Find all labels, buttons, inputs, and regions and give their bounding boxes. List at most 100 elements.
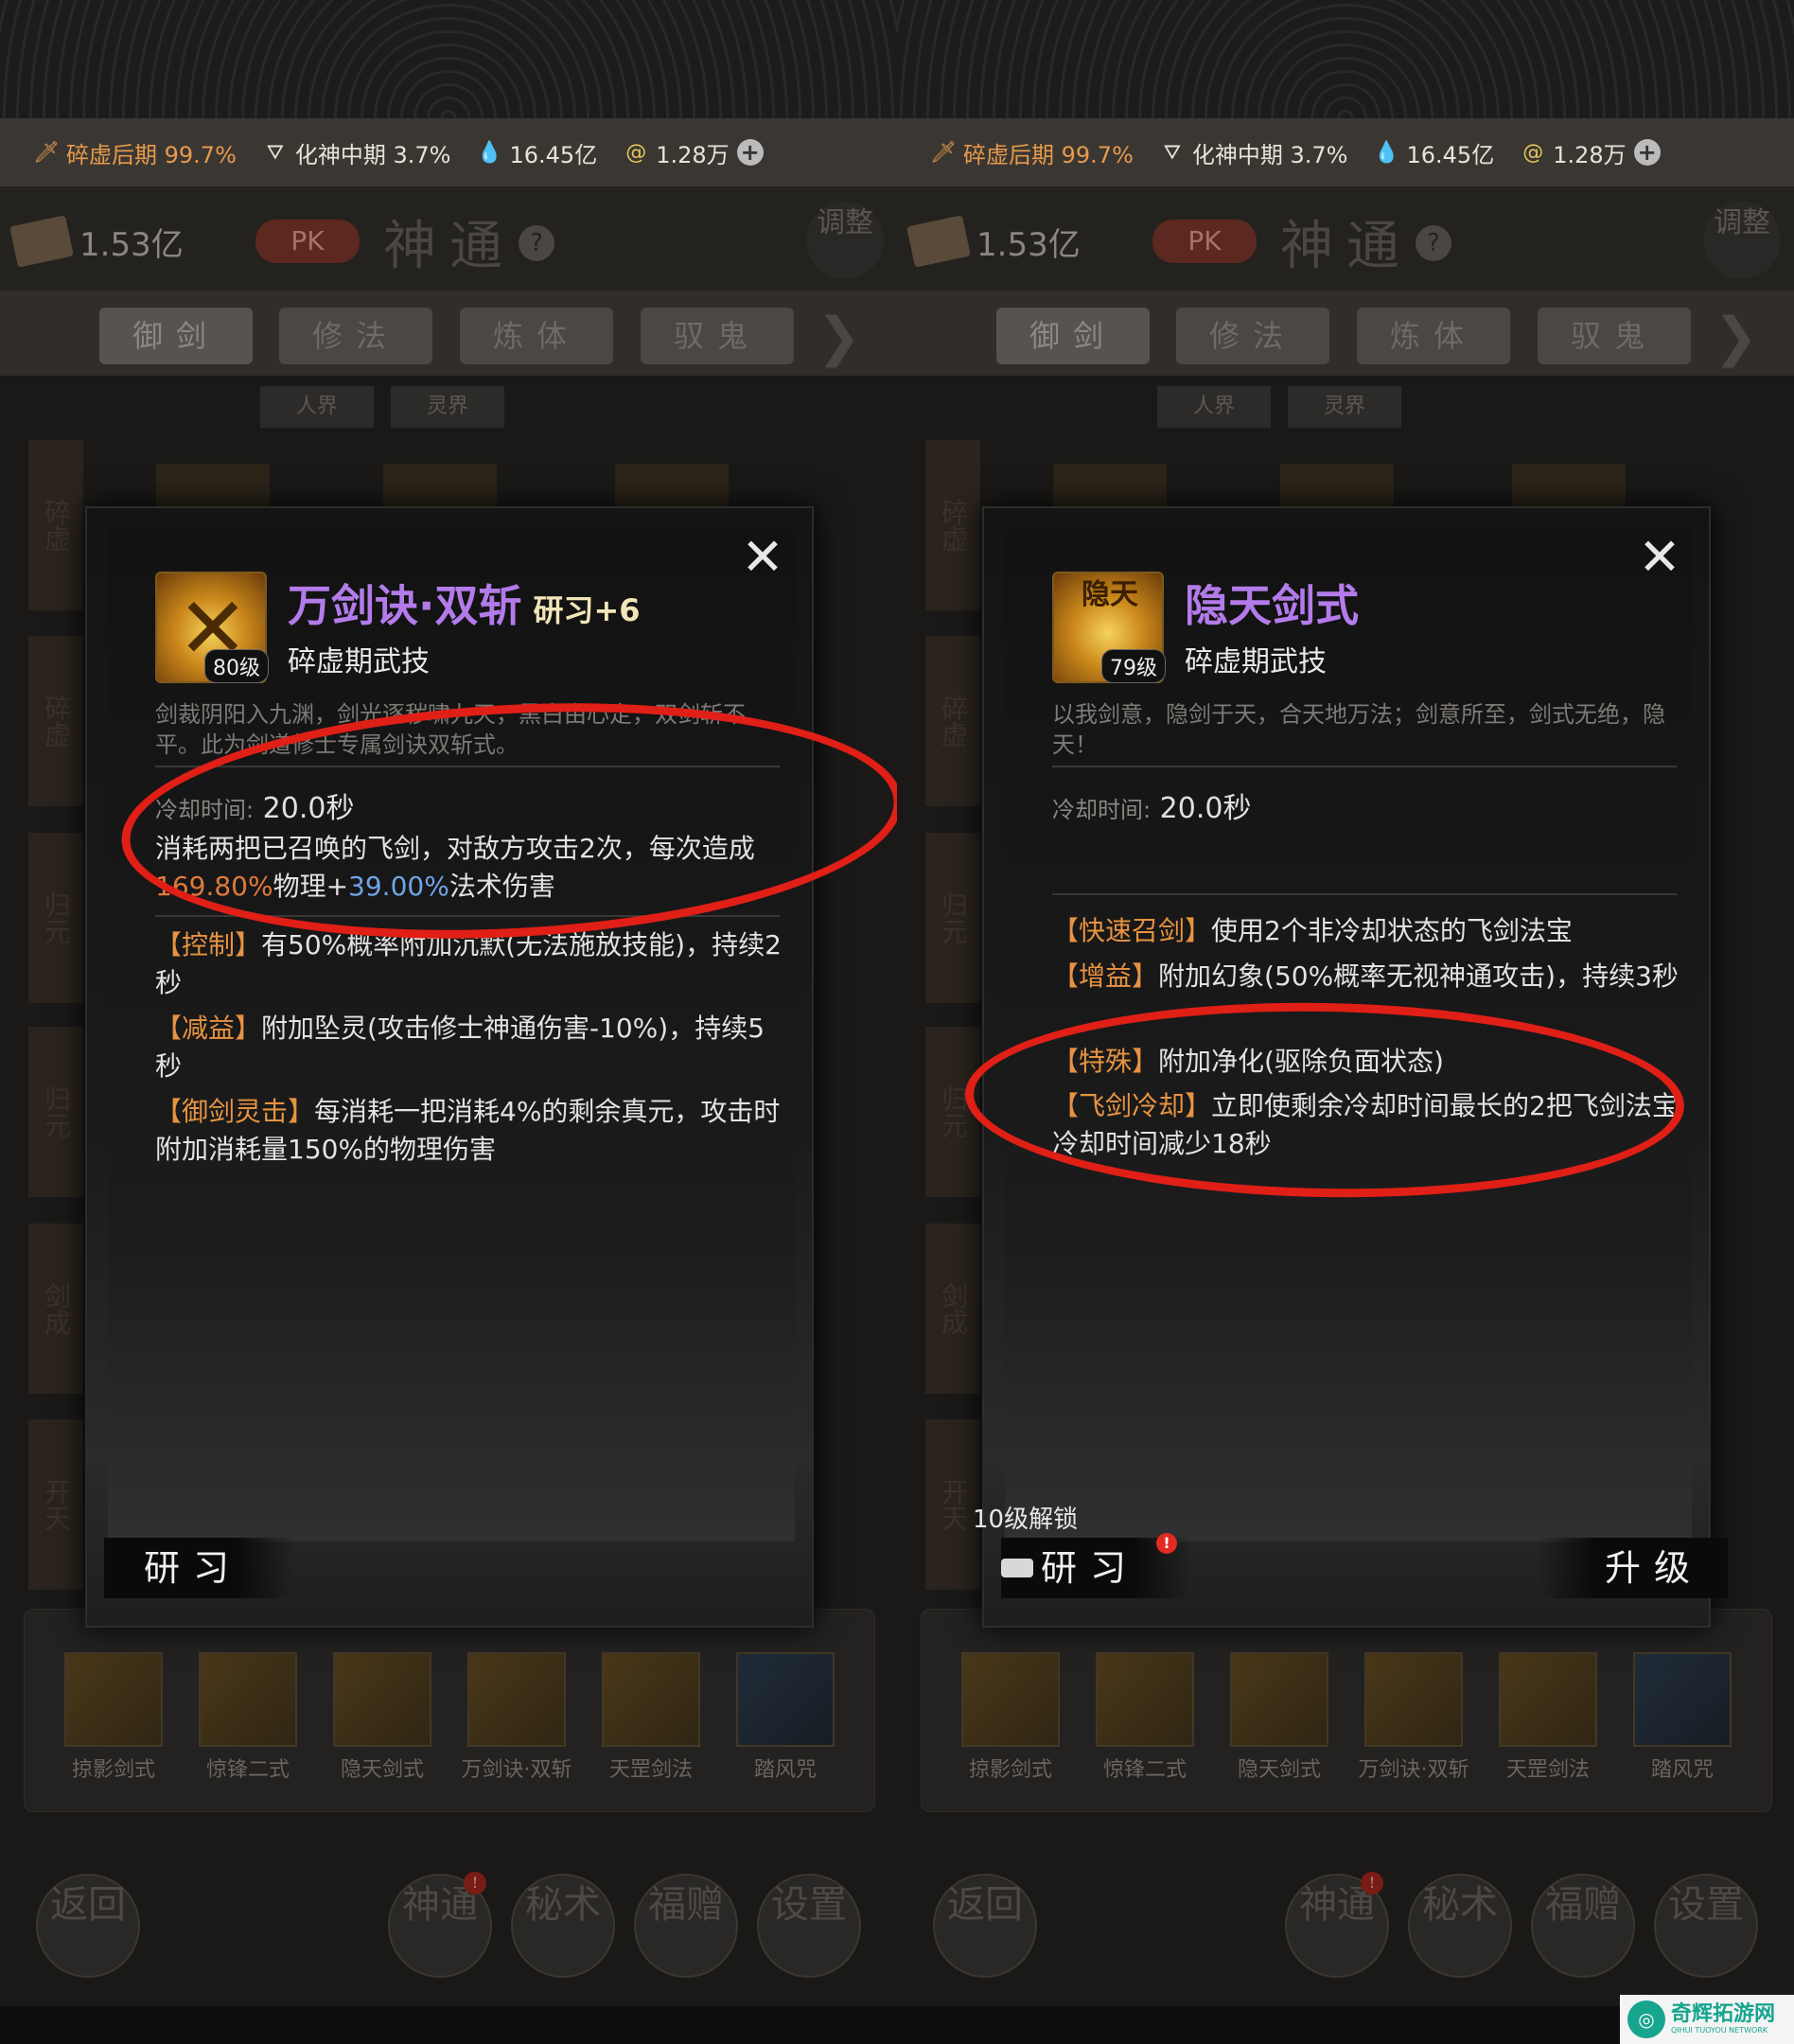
- nav-back[interactable]: 返回: [933, 1874, 1037, 1978]
- watermark-text: 奇辉拓游网 QIHUI TUOYOU NETWORK: [1671, 2003, 1775, 2035]
- skill-description: 以我剑意，隐剑于天，合天地万法；剑意所至，剑式无绝，隐天！: [1052, 701, 1665, 758]
- skill-slot[interactable]: 隐天剑式: [331, 1652, 433, 1783]
- tab-lianti[interactable]: 炼体: [1357, 308, 1510, 364]
- nav-mishu[interactable]: 秘术: [1408, 1874, 1512, 1978]
- close-icon[interactable]: ✕: [1637, 532, 1682, 583]
- tab-xiufa[interactable]: 修法: [1176, 308, 1329, 364]
- skill-slot[interactable]: 踏风咒: [1631, 1652, 1733, 1783]
- skill-name: 万剑诀·双斩: [1358, 1758, 1469, 1782]
- study-button[interactable]: 研习: [104, 1538, 293, 1598]
- nav-mishu[interactable]: 秘术: [511, 1874, 615, 1978]
- bg-skill-icon: [1053, 464, 1167, 507]
- skill-slot[interactable]: 惊锋二式: [1094, 1652, 1196, 1783]
- nav-settings[interactable]: 设置: [1654, 1874, 1758, 1978]
- skill-name: 隐天剑式: [1185, 572, 1359, 634]
- nav-shentong[interactable]: 神通!: [1285, 1872, 1389, 1978]
- tab-xiufa[interactable]: 修法: [279, 308, 432, 364]
- nav-fuzeng[interactable]: 福赠: [634, 1874, 738, 1978]
- chevron-right-icon[interactable]: ❯: [1714, 311, 1758, 364]
- currency: @1.28万 +: [624, 136, 764, 169]
- pk-button[interactable]: PK: [255, 220, 360, 263]
- bottom-strip: [0, 2006, 897, 2044]
- skill-slot[interactable]: 隐天剑式: [1228, 1652, 1330, 1783]
- cooldown-value: 20.0秒: [1159, 792, 1252, 825]
- divider: [1052, 893, 1677, 895]
- close-icon[interactable]: ✕: [740, 532, 785, 583]
- subtab-renjie[interactable]: 人界: [1157, 386, 1271, 428]
- tab-yujian[interactable]: 御剑: [99, 308, 253, 364]
- chevron-right-icon[interactable]: ❯: [817, 311, 861, 364]
- skill-bar: 掠影剑式 惊锋二式 隐天剑式 万剑诀·双斩 天罡剑法 踏风咒: [921, 1609, 1772, 1812]
- nav-settings[interactable]: 设置: [757, 1874, 861, 1978]
- sword-icon: 🗡: [930, 140, 957, 165]
- skill-type: 碎虚期武技: [288, 645, 430, 678]
- lock-icon: [1001, 1559, 1033, 1577]
- pk-button[interactable]: PK: [1152, 220, 1257, 263]
- adjust-button[interactable]: 调整: [1703, 202, 1781, 279]
- top-decoration: [0, 0, 897, 118]
- sidebar-tag: 剑成: [28, 1224, 83, 1394]
- adjust-button[interactable]: 调整: [806, 202, 884, 279]
- tab-yujian[interactable]: 御剑: [996, 308, 1150, 364]
- realm-primary-text: 碎虚后期 99.7%: [963, 141, 1134, 168]
- page-title: 神通: [1280, 216, 1413, 277]
- skill-icon: [1096, 1652, 1194, 1747]
- skill-slot[interactable]: 惊锋二式: [197, 1652, 299, 1783]
- tab-yugui[interactable]: 驭鬼: [641, 308, 794, 364]
- tab-yugui[interactable]: 驭鬼: [1538, 308, 1691, 364]
- skill-icon: [961, 1652, 1060, 1747]
- skill-name: 天罡剑法: [1505, 1758, 1590, 1782]
- spirit-stones-text: 16.45亿: [1406, 141, 1495, 168]
- sidebar-tag: 碎虚: [925, 636, 980, 806]
- bottom-nav: 返回 神通! 秘术 福赠 设置: [0, 1872, 897, 2006]
- realm-primary-text: 碎虚后期 99.7%: [66, 141, 237, 168]
- plus-icon[interactable]: +: [736, 139, 764, 166]
- skill-slot[interactable]: 天罡剑法: [1497, 1652, 1599, 1783]
- scroll-icon: [9, 215, 74, 268]
- subtab-lingjie[interactable]: 灵界: [391, 386, 504, 428]
- sidebar-tag: 归元: [28, 833, 83, 1003]
- upgrade-button[interactable]: 升级: [1539, 1538, 1728, 1598]
- nav-back[interactable]: 返回: [36, 1874, 140, 1978]
- skill-slot[interactable]: 万剑诀·双斩: [462, 1652, 572, 1783]
- skill-icon: [1230, 1652, 1328, 1747]
- skill-slot[interactable]: 掠影剑式: [62, 1652, 165, 1783]
- skill-bar: 掠影剑式 惊锋二式 隐天剑式 万剑诀·双斩 天罡剑法 踏风咒: [24, 1609, 875, 1812]
- subtab-lingjie[interactable]: 灵界: [1288, 386, 1401, 428]
- effect-text: 使用2个非冷却状态的飞剑法宝: [1211, 915, 1573, 946]
- right-panel: 🗡 碎虚后期 99.7% ⛛ 化神中期 3.7% 💧 16.45亿 @1.28万 + 1…: [897, 0, 1794, 2044]
- skill-slot[interactable]: 踏风咒: [734, 1652, 836, 1783]
- skill-name-text: 隐天剑式: [1185, 580, 1359, 631]
- bg-skill-icon: [615, 464, 729, 507]
- skill-slot[interactable]: 万剑诀·双斩: [1359, 1652, 1469, 1783]
- effect-tag: 【减益】: [155, 1013, 262, 1044]
- skill-name: 掠影剑式: [71, 1758, 155, 1782]
- divider: [1052, 766, 1677, 767]
- sidebar-tag: 剑成: [925, 1224, 980, 1394]
- plus-icon[interactable]: +: [1633, 139, 1661, 166]
- tab-row: 御剑 修法 炼体 驭鬼 ❯: [897, 291, 1794, 376]
- effect-tag: 【御剑灵击】: [155, 1096, 315, 1127]
- skill-name: 踏风咒: [1650, 1758, 1714, 1782]
- effect-text: 附加幻象(50%概率无视神通攻击)，持续3秒: [1158, 960, 1679, 992]
- sidebar-tag: 归元: [28, 1027, 83, 1197]
- alert-badge: !: [1156, 1533, 1177, 1554]
- nav-shentong[interactable]: 神通!: [388, 1872, 492, 1978]
- skill-slot[interactable]: 天罡剑法: [600, 1652, 702, 1783]
- help-icon[interactable]: ?: [519, 225, 554, 261]
- power-value: 1.53亿: [79, 225, 184, 264]
- tab-lianti[interactable]: 炼体: [460, 308, 613, 364]
- nav-fuzeng[interactable]: 福赠: [1531, 1874, 1635, 1978]
- skill-icon: ✕ 80级: [155, 572, 269, 683]
- help-icon[interactable]: ?: [1416, 225, 1451, 261]
- sidebar-tag: 碎虚: [925, 440, 980, 610]
- skill-name: 隐天剑式: [1237, 1758, 1321, 1782]
- realm-secondary-text: 化神中期 3.7%: [294, 141, 451, 168]
- skill-icon: [602, 1652, 700, 1747]
- page-title: 神通: [383, 216, 516, 277]
- skill-level-badge: 80级: [204, 649, 269, 683]
- subtabs: 人界 灵界: [260, 386, 504, 428]
- subtab-renjie[interactable]: 人界: [260, 386, 374, 428]
- bg-skill-icon: [156, 464, 270, 507]
- skill-slot[interactable]: 掠影剑式: [959, 1652, 1062, 1783]
